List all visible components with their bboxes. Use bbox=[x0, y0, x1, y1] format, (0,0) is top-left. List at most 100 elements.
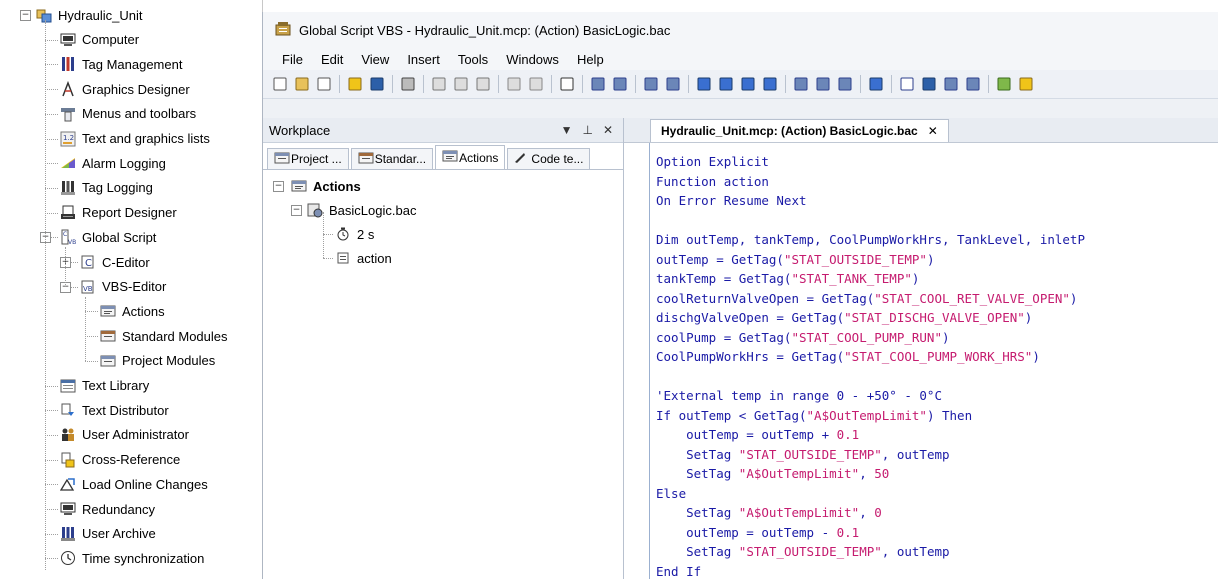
pin-icon[interactable]: ⊥ bbox=[582, 123, 592, 137]
workplace-tab-standard[interactable]: Standar... bbox=[350, 148, 434, 169]
collapse-icon[interactable]: − bbox=[20, 10, 31, 21]
edit-icon[interactable] bbox=[996, 76, 1012, 92]
code-token: 50 bbox=[874, 466, 890, 481]
tree-item-menus-and-toolbars[interactable]: Menus and toolbars bbox=[60, 102, 196, 126]
tree-root-hydraulic-unit[interactable]: Hydraulic_Unit bbox=[36, 3, 143, 27]
tree-item-load-online-changes[interactable]: Load Online Changes bbox=[60, 472, 208, 496]
svg-text:VB: VB bbox=[83, 285, 93, 293]
menu-edit[interactable]: Edit bbox=[312, 52, 352, 67]
tree-item-vbs-editor[interactable]: VB VBS-Editor bbox=[80, 275, 166, 299]
tree-item-actions[interactable]: Actions bbox=[100, 299, 165, 323]
window-icon[interactable] bbox=[899, 76, 915, 92]
menu-file[interactable]: File bbox=[273, 52, 312, 67]
text-library-icon bbox=[60, 378, 76, 394]
tree-item-global-script[interactable]: C VB Global Script bbox=[60, 225, 156, 249]
code-area[interactable]: Option Explicit Function action On Error R… bbox=[656, 152, 1218, 579]
tree-item-label: Redundancy bbox=[82, 501, 155, 517]
open-folder-icon[interactable] bbox=[347, 76, 363, 92]
save-icon[interactable] bbox=[369, 76, 385, 92]
workplace-tab-actions[interactable]: Actions bbox=[435, 145, 506, 169]
workplace-tab-project[interactable]: Project ... bbox=[267, 148, 349, 169]
menu-insert[interactable]: Insert bbox=[398, 52, 449, 67]
toolbar-separator bbox=[498, 75, 499, 93]
code-line: Function action bbox=[656, 172, 1218, 192]
undo-icon[interactable] bbox=[506, 76, 522, 92]
c-editor-icon: C bbox=[80, 254, 96, 270]
open-project-icon[interactable] bbox=[294, 76, 310, 92]
editor-tab-basiclogic[interactable]: Hydraulic_Unit.mcp: (Action) BasicLogic.… bbox=[650, 119, 949, 142]
tree-item-standard-modules[interactable]: Standard Modules bbox=[100, 324, 228, 348]
database-icon[interactable] bbox=[921, 76, 937, 92]
info-icon[interactable] bbox=[837, 76, 853, 92]
outdent-icon[interactable] bbox=[612, 76, 628, 92]
tree-item-computer[interactable]: Computer bbox=[60, 28, 139, 52]
tree-guide-line bbox=[85, 296, 86, 361]
tree-item-label: Computer bbox=[82, 32, 140, 48]
tree-item-redundancy[interactable]: Redundancy bbox=[60, 497, 155, 521]
close-pane-icon[interactable]: ✕ bbox=[603, 123, 613, 137]
dropdown-arrow-icon[interactable]: ▼ bbox=[561, 123, 573, 137]
tree-item-text-distributor[interactable]: Text Distributor bbox=[60, 398, 169, 422]
paste-icon[interactable] bbox=[475, 76, 491, 92]
code-token: "STAT_COOL_RET_VALVE_OPEN" bbox=[874, 290, 1070, 306]
tree-item-tag-management[interactable]: Tag Management bbox=[60, 52, 182, 76]
menu-view[interactable]: View bbox=[352, 52, 398, 67]
redo-icon[interactable] bbox=[528, 76, 544, 92]
code-token: Function action bbox=[656, 173, 769, 189]
project-root-icon bbox=[36, 7, 52, 23]
import-icon[interactable] bbox=[965, 76, 981, 92]
tree-item-text-and-graphics-lists[interactable]: 1.2 Text and graphics lists bbox=[60, 127, 210, 151]
code-token: , outTemp bbox=[881, 446, 950, 462]
tree-item-user-archive[interactable]: User Archive bbox=[60, 522, 156, 546]
code-token: ) bbox=[1032, 349, 1040, 364]
menu-help[interactable]: Help bbox=[568, 52, 613, 67]
close-tab-icon[interactable]: ✕ bbox=[928, 124, 938, 138]
wp-tree-actions-root[interactable]: Actions bbox=[291, 174, 361, 198]
next-bookmark-icon[interactable] bbox=[718, 76, 734, 92]
cut-icon[interactable] bbox=[431, 76, 447, 92]
help-pointer-icon[interactable] bbox=[559, 76, 575, 92]
folder-icon[interactable] bbox=[1018, 76, 1034, 92]
wp-tree-trigger-2s[interactable]: 2 s bbox=[335, 222, 374, 246]
bookmark-icon[interactable] bbox=[696, 76, 712, 92]
tree-item-tag-logging[interactable]: Tag Logging bbox=[60, 176, 153, 200]
tree-item-text-library[interactable]: Text Library bbox=[60, 374, 149, 398]
compile-icon[interactable] bbox=[793, 76, 809, 92]
filter-icon[interactable] bbox=[868, 76, 884, 92]
copy-icon[interactable] bbox=[453, 76, 469, 92]
tree-item-alarm-logging[interactable]: Alarm Logging bbox=[60, 151, 166, 175]
code-token: , bbox=[859, 505, 875, 520]
global-script-app-icon bbox=[275, 21, 291, 40]
tree-item-label: Menus and toolbars bbox=[82, 106, 197, 122]
comment-icon[interactable] bbox=[643, 76, 659, 92]
code-line: coolReturnValveOpen = GetTag("STAT_COOL_… bbox=[656, 289, 1218, 309]
tree-item-cross-reference[interactable]: Cross-Reference bbox=[60, 448, 180, 472]
copy-file-icon[interactable] bbox=[316, 76, 332, 92]
new-file-icon[interactable] bbox=[272, 76, 288, 92]
menu-tools[interactable]: Tools bbox=[449, 52, 497, 67]
tree-guide-line bbox=[45, 20, 46, 570]
tree-item-graphics-designer[interactable]: Graphics Designer bbox=[60, 77, 190, 101]
code-line: End If bbox=[656, 562, 1218, 579]
check-icon[interactable] bbox=[815, 76, 831, 92]
indent-icon[interactable] bbox=[590, 76, 606, 92]
collapse-icon[interactable]: − bbox=[291, 205, 302, 216]
editor-gutter bbox=[624, 143, 650, 579]
clear-bookmarks-icon[interactable] bbox=[762, 76, 778, 92]
svg-text:VB: VB bbox=[68, 239, 76, 245]
tree-item-label: Report Designer bbox=[82, 205, 177, 221]
uncomment-icon[interactable] bbox=[665, 76, 681, 92]
tree-item-time-synchronization[interactable]: Time synchronization bbox=[60, 546, 204, 570]
tree-item-report-designer[interactable]: Report Designer bbox=[60, 201, 177, 225]
tag-icon[interactable] bbox=[943, 76, 959, 92]
wp-tree-action[interactable]: action bbox=[335, 246, 392, 270]
workplace-tab-code-templates[interactable]: Code te... bbox=[507, 148, 591, 169]
tree-item-project-modules[interactable]: Project Modules bbox=[100, 349, 215, 373]
menu-windows[interactable]: Windows bbox=[497, 52, 568, 67]
tree-item-user-administrator[interactable]: User Administrator bbox=[60, 423, 189, 447]
prev-bookmark-icon[interactable] bbox=[740, 76, 756, 92]
tree-item-c-editor[interactable]: C C-Editor bbox=[80, 250, 150, 274]
wp-tree-label: Actions bbox=[313, 178, 361, 194]
collapse-icon[interactable]: − bbox=[273, 181, 284, 192]
print-icon[interactable] bbox=[400, 76, 416, 92]
